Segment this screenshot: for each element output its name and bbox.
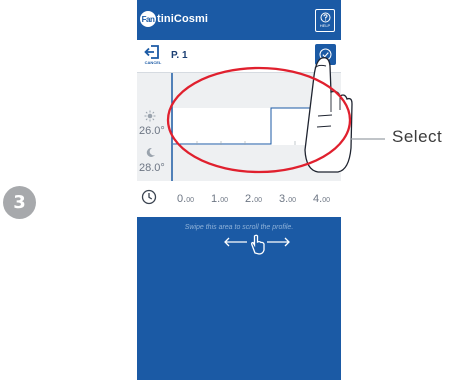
logo-badge: Fan: [140, 11, 156, 27]
swipe-hint: Swipe this area to scroll the profile.: [184, 224, 294, 231]
profile-name: P. 1: [171, 50, 188, 61]
time-tick-3: 3.00: [279, 193, 296, 205]
brand-logo: Fan tiniCosmi: [140, 11, 208, 27]
help-button[interactable]: HELP: [315, 9, 335, 32]
confirm-button[interactable]: [315, 44, 336, 65]
chart-upper-zone: [173, 108, 341, 145]
comfort-temperature: 26.0°: [139, 125, 165, 137]
moon-icon: [146, 147, 155, 157]
sun-icon: [144, 110, 156, 122]
time-tick-2: 2.00: [245, 193, 262, 205]
phone-screen: Fan tiniCosmi HELP CANCEL P. 1 26.0° 28.…: [137, 0, 341, 380]
logo-text: tiniCosmi: [157, 13, 209, 25]
help-icon: [320, 12, 330, 23]
confirm-check-icon: [319, 48, 332, 61]
app-header: Fan tiniCosmi HELP: [137, 0, 341, 38]
help-label: HELP: [319, 23, 331, 28]
cancel-icon: [144, 45, 159, 59]
time-tick-0: 0.00: [177, 193, 194, 205]
time-axis-row: 0.00 1.00 2.00 3.00 4.00: [137, 181, 341, 217]
step-number-badge: 3: [3, 186, 36, 219]
time-tick-1: 1.00: [211, 193, 228, 205]
temperature-profile-chart[interactable]: 26.0° 28.0°: [137, 73, 341, 181]
profile-toolbar: CANCEL P. 1: [137, 40, 341, 73]
cancel-label: CANCEL: [144, 60, 162, 65]
clock-icon: [141, 189, 157, 205]
select-callout: Select: [392, 127, 443, 146]
economy-temperature: 28.0°: [139, 162, 165, 174]
time-tick-4: 4.00: [313, 193, 330, 205]
swipe-hand-icon: [224, 234, 290, 255]
cancel-button[interactable]: CANCEL: [141, 44, 165, 68]
